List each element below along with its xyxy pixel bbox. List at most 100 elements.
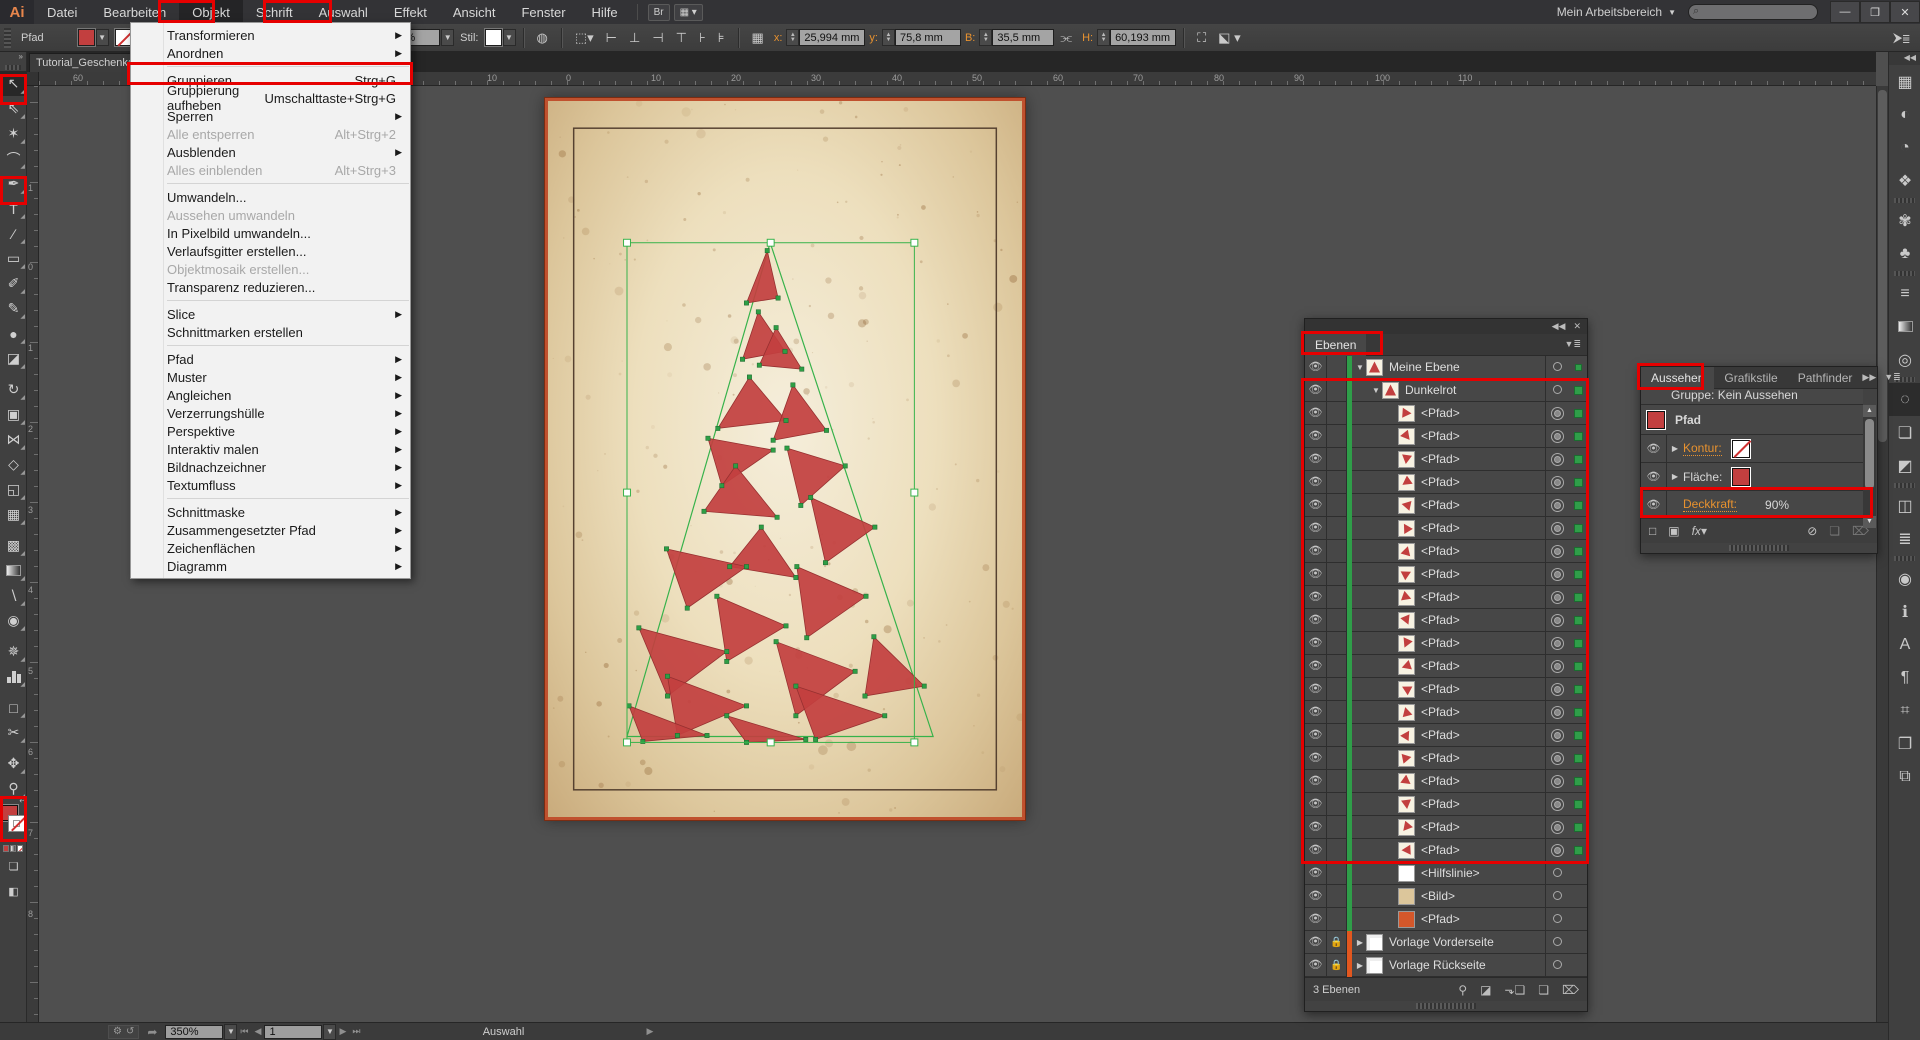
- layer-row-pfad[interactable]: 👁<Pfad>: [1305, 540, 1587, 563]
- blend-tool[interactable]: ◉◢: [0, 608, 27, 633]
- layer-name[interactable]: <Pfad>: [1421, 613, 1460, 627]
- layer-row-dunkelrot[interactable]: 👁▼Dunkelrot: [1305, 379, 1587, 402]
- lock-toggle[interactable]: [1327, 908, 1347, 931]
- layer-row-pfad[interactable]: 👁<Pfad>: [1305, 793, 1587, 816]
- layer-row-bild[interactable]: 👁<Bild>: [1305, 885, 1587, 908]
- fill-stroke-control[interactable]: ⇄: [0, 803, 27, 843]
- line-tool[interactable]: ∕◢: [0, 221, 27, 246]
- menu-datei[interactable]: Datei: [34, 0, 90, 24]
- layer-name[interactable]: <Pfad>: [1421, 429, 1460, 443]
- menu-objekt[interactable]: Objekt: [179, 0, 243, 24]
- vertical-scrollbar[interactable]: [1876, 86, 1888, 1022]
- layer-thumbnail[interactable]: [1398, 428, 1415, 445]
- shape-builder-tool[interactable]: ◱◢: [0, 477, 27, 502]
- lock-toggle[interactable]: [1327, 494, 1347, 517]
- menu-item-diagramm[interactable]: Diagramm▶: [131, 557, 410, 575]
- menu-item-interaktiv-malen[interactable]: Interaktiv malen▶: [131, 440, 410, 458]
- layer-name[interactable]: <Pfad>: [1421, 728, 1460, 742]
- layer-name[interactable]: <Pfad>: [1421, 452, 1460, 466]
- artboard-dropdown[interactable]: ▼: [323, 1024, 336, 1040]
- swatches-panel-icon[interactable]: ▦: [1889, 65, 1920, 98]
- menu-item-pfad[interactable]: Pfad▶: [131, 350, 410, 368]
- add-effect-icon[interactable]: fx▾: [1692, 524, 1707, 538]
- info-panel-icon[interactable]: ℹ: [1889, 595, 1920, 628]
- layer-name[interactable]: <Pfad>: [1421, 498, 1460, 512]
- menu-item-textumfluss[interactable]: Textumfluss▶: [131, 476, 410, 494]
- arrange-documents-button[interactable]: ▦ ▾: [674, 4, 703, 21]
- symbol-sprayer-tool[interactable]: ✵◢: [0, 639, 27, 664]
- color-mode-button[interactable]: [3, 845, 9, 852]
- layer-thumbnail[interactable]: [1398, 497, 1415, 514]
- lock-toggle[interactable]: [1327, 839, 1347, 862]
- first-artboard-icon[interactable]: ⏮: [240, 1026, 248, 1037]
- new-sublayer-icon[interactable]: ⬎❏: [1504, 983, 1525, 997]
- free-transform-tool[interactable]: ◇◢: [0, 452, 27, 477]
- layer-thumbnail[interactable]: [1398, 727, 1415, 744]
- navigator-panel-icon[interactable]: ◉: [1889, 562, 1920, 595]
- target-circle-icon[interactable]: [1545, 724, 1569, 747]
- visibility-eye-icon[interactable]: 👁: [1305, 425, 1327, 448]
- target-circle-icon[interactable]: [1545, 908, 1569, 931]
- target-circle-icon[interactable]: [1545, 770, 1569, 793]
- visibility-eye-icon[interactable]: 👁: [1641, 463, 1667, 490]
- visibility-eye-icon[interactable]: 👁: [1305, 747, 1327, 770]
- pencil-tool[interactable]: ✎◢: [0, 296, 27, 321]
- menu-item-gruppierung-aufheben[interactable]: Gruppierung aufhebenUmschalttaste+Strg+G: [131, 89, 410, 107]
- zoom-level-field[interactable]: 350%: [165, 1025, 223, 1039]
- layer-thumbnail[interactable]: [1398, 865, 1415, 882]
- layer-row-pfad[interactable]: 👁<Pfad>: [1305, 678, 1587, 701]
- brushes-panel-icon[interactable]: ✾: [1889, 204, 1920, 237]
- stroke-swatch[interactable]: [9, 816, 24, 831]
- graphic-styles-panel-icon[interactable]: ❏: [1889, 416, 1920, 449]
- zoom-dropdown[interactable]: ▼: [224, 1024, 237, 1040]
- tab-ebenen[interactable]: Ebenen: [1305, 334, 1366, 356]
- layer-thumbnail[interactable]: [1398, 520, 1415, 537]
- red-triangle-path[interactable]: [773, 385, 826, 440]
- target-circle-icon[interactable]: [1545, 379, 1569, 402]
- layer-thumbnail[interactable]: [1382, 382, 1399, 399]
- mesh-tool[interactable]: ▩◢: [0, 533, 27, 558]
- width-stepper[interactable]: ▲▼: [979, 29, 992, 46]
- align-center-icon[interactable]: ⊥: [629, 30, 640, 46]
- panel-resize-grip[interactable]: [1416, 1003, 1476, 1009]
- menu-item-bildnachzeichner[interactable]: Bildnachzeichner▶: [131, 458, 410, 476]
- artboards-panel-icon[interactable]: ◫: [1889, 489, 1920, 522]
- appearance-panel-icon[interactable]: ◌: [1889, 383, 1920, 416]
- lock-toggle[interactable]: [1327, 793, 1347, 816]
- layer-name[interactable]: <Pfad>: [1421, 682, 1460, 696]
- scroll-up-arrow[interactable]: ▲: [1863, 405, 1876, 417]
- layers-dock-icon[interactable]: ❐: [1889, 727, 1920, 760]
- width-tool[interactable]: ⋈◢: [0, 427, 27, 452]
- layer-row-pfad[interactable]: 👁<Pfad>: [1305, 839, 1587, 862]
- stroke-panel-icon[interactable]: ≡: [1889, 277, 1920, 310]
- layer-name[interactable]: <Pfad>: [1421, 797, 1460, 811]
- menu-item-slice[interactable]: Slice▶: [131, 305, 410, 323]
- scale-tool[interactable]: ▣◢: [0, 402, 27, 427]
- prev-artboard-icon[interactable]: ◀: [255, 1026, 262, 1037]
- target-circle-icon[interactable]: [1545, 885, 1569, 908]
- visibility-eye-icon[interactable]: 👁: [1305, 402, 1327, 425]
- opacity-dropdown[interactable]: ▼: [441, 29, 454, 46]
- tab-grafikstile[interactable]: Grafikstile: [1714, 367, 1787, 389]
- lock-toggle[interactable]: [1327, 471, 1347, 494]
- layer-row-pfad[interactable]: 👁<Pfad>: [1305, 908, 1587, 931]
- target-circle-icon[interactable]: [1545, 632, 1569, 655]
- status-menu-arrow[interactable]: ▶: [646, 1026, 653, 1037]
- layer-row-meine-ebene[interactable]: 👁▼Meine Ebene: [1305, 356, 1587, 379]
- panel-grip[interactable]: [4, 28, 11, 48]
- tab-pathfinder[interactable]: Pathfinder: [1788, 367, 1863, 389]
- layer-name[interactable]: <Pfad>: [1421, 843, 1460, 857]
- perspective-grid-tool[interactable]: ▦◢: [0, 502, 27, 527]
- selection-handle[interactable]: [911, 739, 918, 746]
- recolor-artwork-icon[interactable]: ❖: [1889, 164, 1920, 197]
- menu-item-verzerrungshülle[interactable]: Verzerrungshülle▶: [131, 404, 410, 422]
- gradient-tool[interactable]: ◢: [0, 558, 27, 583]
- drawing-modes-icon[interactable]: ❏: [0, 854, 27, 879]
- target-circle-icon[interactable]: [1545, 931, 1569, 954]
- lock-toggle[interactable]: [1327, 563, 1347, 586]
- next-artboard-icon[interactable]: ▶: [339, 1026, 346, 1037]
- eyedropper-tool[interactable]: ∖◢: [0, 583, 27, 608]
- expand-arrow-icon[interactable]: ▼: [1354, 363, 1366, 372]
- lock-toggle[interactable]: [1327, 356, 1347, 379]
- layer-thumbnail[interactable]: [1398, 704, 1415, 721]
